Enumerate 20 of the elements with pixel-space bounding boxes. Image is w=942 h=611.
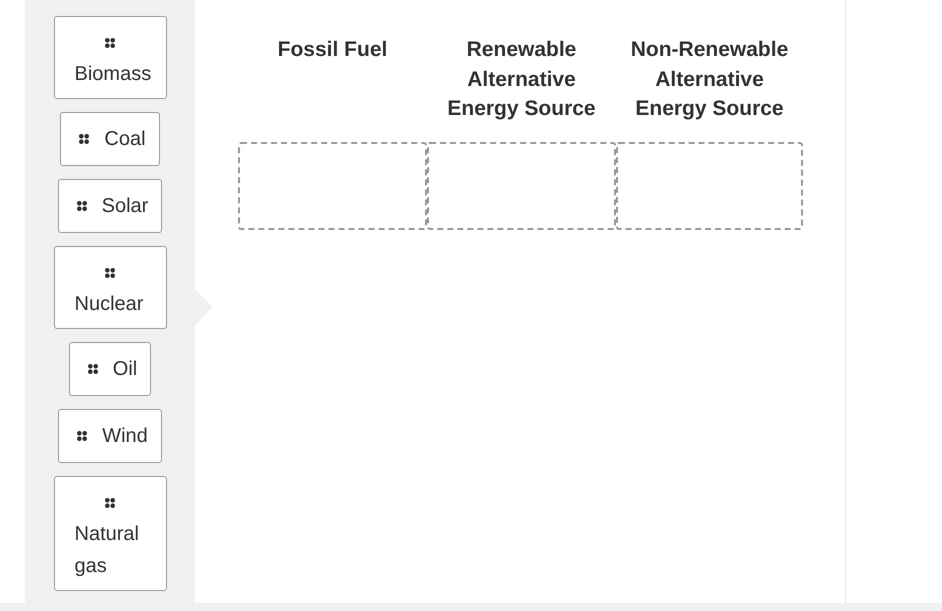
drag-handle-icon	[77, 431, 88, 441]
drag-tile[interactable]: Nuclear	[54, 246, 166, 329]
drop-zone[interactable]	[616, 142, 803, 230]
drag-handle-icon	[79, 134, 90, 144]
drop-zone[interactable]	[238, 142, 427, 230]
drag-handle-icon	[88, 364, 98, 374]
drag-tile[interactable]: Solar	[58, 179, 162, 233]
drag-tile[interactable]: Biomass	[54, 16, 166, 99]
drag-tile[interactable]: Coal	[60, 112, 160, 166]
column-heading: Fossil Fuel	[278, 37, 388, 63]
column-heading: Renewable Alternative Energy Source	[446, 37, 597, 122]
drag-handle-icon	[105, 38, 115, 48]
drop-zone[interactable]	[427, 142, 616, 230]
drag-handle-icon	[105, 498, 115, 508]
drag-handle-icon	[76, 201, 87, 211]
drag-tile[interactable]: Natural gas	[54, 476, 166, 591]
drag-tile[interactable]: Wind	[58, 409, 162, 463]
column-heading: Non-Renewable Alternative Energy Source	[630, 37, 790, 122]
drag-tile[interactable]: Oil	[68, 342, 152, 396]
drag-handle-icon	[105, 268, 115, 278]
